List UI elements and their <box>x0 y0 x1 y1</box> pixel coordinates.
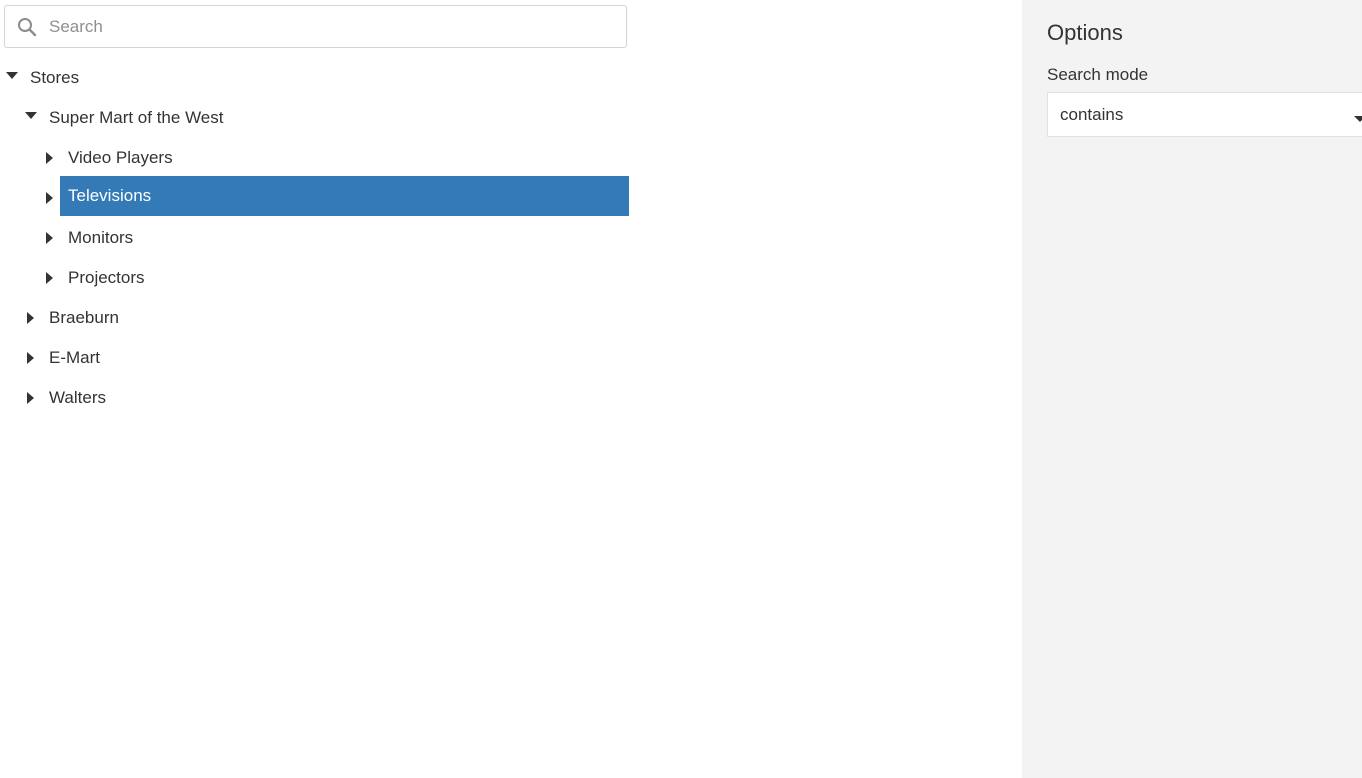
tree-node-projectors[interactable]: Projectors <box>0 258 629 298</box>
tree-node-label[interactable]: Stores <box>22 58 87 98</box>
caret-right-icon[interactable] <box>46 258 58 298</box>
chevron-down-icon <box>1354 111 1362 122</box>
tree-node-braeburn[interactable]: Braeburn <box>0 298 629 338</box>
tree-node-walters[interactable]: Walters <box>0 378 629 418</box>
tree-node-e-mart[interactable]: E-Mart <box>0 338 629 378</box>
tree-node-label[interactable]: Super Mart of the West <box>41 98 231 138</box>
caret-right-icon[interactable] <box>46 178 58 218</box>
caret-right-icon[interactable] <box>46 138 58 178</box>
tree-node-super-mart[interactable]: Super Mart of the West <box>0 98 629 138</box>
caret-down-icon[interactable] <box>6 58 18 98</box>
options-title: Options <box>1047 20 1123 45</box>
search-mode-label: Search mode <box>1047 65 1149 84</box>
search-mode-select[interactable]: contains <box>1047 92 1362 137</box>
caret-right-icon[interactable] <box>27 298 39 338</box>
tree-node-televisions[interactable]: Televisions <box>0 176 629 218</box>
tree-node-label[interactable]: Monitors <box>60 218 141 258</box>
tree-node-label[interactable]: Braeburn <box>41 298 127 338</box>
tree-node-label[interactable]: Walters <box>41 378 114 418</box>
search-input[interactable] <box>49 6 619 47</box>
caret-down-icon[interactable] <box>25 98 37 138</box>
tree-node-monitors[interactable]: Monitors <box>0 218 629 258</box>
tree-node-label[interactable]: Video Players <box>60 138 181 178</box>
tree-node-video-players[interactable]: Video Players <box>0 138 629 178</box>
caret-right-icon[interactable] <box>46 218 58 258</box>
main-panel: Stores Super Mart of the West Video Play… <box>0 0 1022 778</box>
search-icon <box>17 17 37 37</box>
tree-node-label[interactable]: E-Mart <box>41 338 108 378</box>
tree-node-stores[interactable]: Stores <box>0 58 629 98</box>
search-mode-value: contains <box>1060 105 1124 124</box>
caret-right-icon[interactable] <box>27 338 39 378</box>
tree-node-label-selected[interactable]: Televisions <box>60 176 629 216</box>
options-panel: Options Search mode contains <box>1022 0 1362 778</box>
caret-right-icon[interactable] <box>27 378 39 418</box>
tree-node-label[interactable]: Projectors <box>60 258 153 298</box>
search-box[interactable] <box>4 5 627 48</box>
